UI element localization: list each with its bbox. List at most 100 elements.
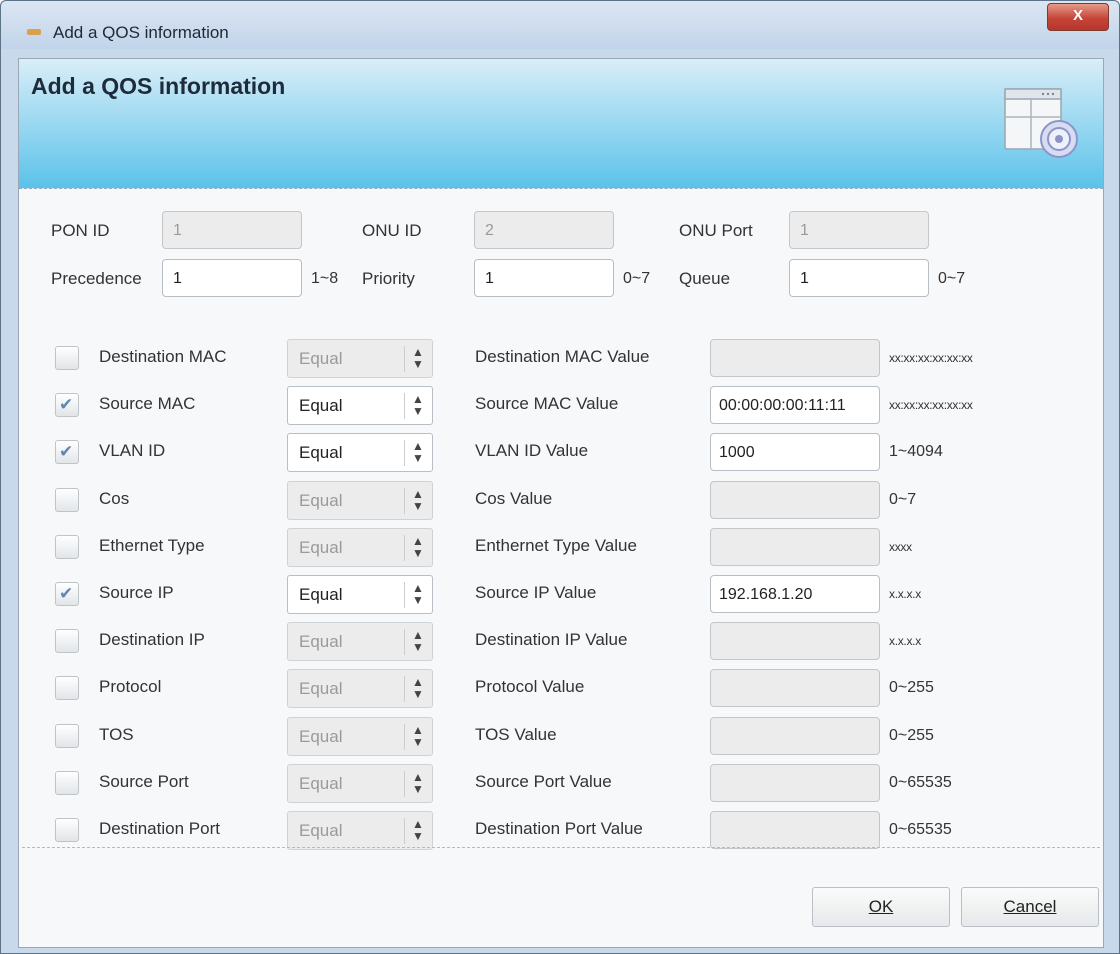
destination-port-value-label: Destination Port Value [475,819,643,838]
onu-port-label: ONU Port [679,221,753,240]
source-port-value-label: Source Port Value [475,772,612,791]
onu-id-label: ONU ID [362,221,422,240]
checkmark-icon: ✔ [59,395,74,414]
spinner-arrows-icon: ▲ ▼ [412,581,424,607]
operator-value: Equal [299,443,343,462]
cos-value-label: Cos Value [475,489,553,508]
spinner-arrows-icon: ▲ ▼ [412,439,424,465]
operator-value: Equal [299,585,343,604]
source-mac-label: Source MAC [99,394,196,413]
ethernet-type-checkbox[interactable] [55,535,79,559]
destination-port-label: Destination Port [99,819,220,838]
cancel-button-label: Cancel [1003,897,1057,916]
onu-id-field[interactable]: 2 [474,211,614,249]
tos-checkbox[interactable] [55,724,79,748]
vlan-id-format-hint: 1~4094 [889,443,943,460]
source-mac-format-hint: xx:xx:xx:xx:xx:xx [889,398,973,412]
app-icon [27,29,41,35]
select-divider [404,488,405,514]
operator-value: Equal [299,349,343,368]
precedence-range: 1~8 [311,270,339,287]
source-ip-checkbox[interactable]: ✔ [55,582,79,606]
vlan-id-label: VLAN ID [99,441,166,460]
source-ip-label: Source IP [99,583,174,602]
protocol-operator-select[interactable]: Equal ▲ ▼ [287,669,433,708]
destination-ip-format-hint: x.x.x.x [889,634,921,648]
precedence-input[interactable]: 1 [162,259,302,297]
source-port-operator-select[interactable]: Equal ▲ ▼ [287,764,433,803]
cos-value-input[interactable] [710,481,880,519]
ethernet-type-value-input[interactable] [710,528,880,566]
tos-value-input[interactable] [710,717,880,755]
spinner-arrows-icon: ▲ ▼ [412,345,424,371]
priority-label: Priority [362,269,415,288]
destination-mac-value-label: Destination MAC Value [475,347,650,366]
footer-divider [22,847,1100,848]
spinner-arrows-icon: ▲ ▼ [412,487,424,513]
destination-port-value-input[interactable] [710,811,880,849]
select-divider [404,771,405,797]
window-title: Add a QOS information [53,23,229,42]
operator-value: Equal [299,491,343,510]
vlan-id-value-input[interactable]: 1000 [710,433,880,471]
destination-ip-operator-select[interactable]: Equal ▲ ▼ [287,622,433,661]
operator-value: Equal [299,396,343,415]
source-ip-value-label: Source IP Value [475,583,597,602]
spinner-arrows-icon: ▲ ▼ [412,770,424,796]
cancel-button[interactable]: Cancel [961,887,1099,927]
destination-mac-checkbox[interactable] [55,346,79,370]
ok-button-label: OK [868,897,894,916]
vlan-id-checkbox[interactable]: ✔ [55,440,79,464]
priority-input[interactable]: 1 [474,259,614,297]
ethernet-type-operator-select[interactable]: Equal ▲ ▼ [287,528,433,567]
source-mac-operator-select[interactable]: Equal ▲ ▼ [287,386,433,425]
pon-id-label: PON ID [51,221,110,240]
select-divider [404,393,405,419]
title-bar[interactable]: Add a QOS information X [1,1,1119,49]
protocol-value-input[interactable] [710,669,880,707]
tos-operator-select[interactable]: Equal ▲ ▼ [287,717,433,756]
source-port-format-hint: 0~65535 [889,774,952,791]
select-divider [404,818,405,844]
ok-button[interactable]: OK [812,887,950,927]
select-divider [404,724,405,750]
destination-mac-operator-select[interactable]: Equal ▲ ▼ [287,339,433,378]
destination-mac-value-input[interactable] [710,339,880,377]
destination-port-operator-select[interactable]: Equal ▲ ▼ [287,811,433,850]
source-port-value-input[interactable] [710,764,880,802]
ethernet-type-label: Ethernet Type [99,536,205,555]
protocol-checkbox[interactable] [55,676,79,700]
destination-port-checkbox[interactable] [55,818,79,842]
queue-range: 0~7 [938,270,966,287]
source-ip-value-input[interactable]: 192.168.1.20 [710,575,880,613]
spinner-arrows-icon: ▲ ▼ [412,723,424,749]
ethernet-type-format-hint: xxxx [889,540,912,554]
settings-dialog-icon [1004,88,1078,158]
source-port-checkbox[interactable] [55,771,79,795]
queue-input[interactable]: 1 [789,259,929,297]
cos-checkbox[interactable] [55,488,79,512]
source-mac-value-input[interactable]: 00:00:00:00:11:11 [710,386,880,424]
onu-port-field[interactable]: 1 [789,211,929,249]
ethernet-type-value-label: Enthernet Type Value [475,536,637,555]
source-mac-checkbox[interactable]: ✔ [55,393,79,417]
close-button[interactable]: X [1047,3,1109,31]
checkmark-icon: ✔ [59,584,74,603]
spinner-arrows-icon: ▲ ▼ [412,392,424,418]
destination-ip-value-input[interactable] [710,622,880,660]
destination-ip-checkbox[interactable] [55,629,79,653]
precedence-label: Precedence [51,269,142,288]
pon-id-field[interactable]: 1 [162,211,302,249]
spinner-arrows-icon: ▲ ▼ [412,628,424,654]
destination-port-format-hint: 0~65535 [889,821,952,838]
cos-format-hint: 0~7 [889,491,917,508]
destination-mac-format-hint: xx:xx:xx:xx:xx:xx [889,351,973,365]
vlan-id-operator-select[interactable]: Equal ▲ ▼ [287,433,433,472]
cos-operator-select[interactable]: Equal ▲ ▼ [287,481,433,520]
source-ip-operator-select[interactable]: Equal ▲ ▼ [287,575,433,614]
operator-value: Equal [299,632,343,651]
tos-value-label: TOS Value [475,725,557,744]
protocol-format-hint: 0~255 [889,679,934,696]
tos-label: TOS [99,725,134,744]
destination-mac-label: Destination MAC [99,347,227,366]
